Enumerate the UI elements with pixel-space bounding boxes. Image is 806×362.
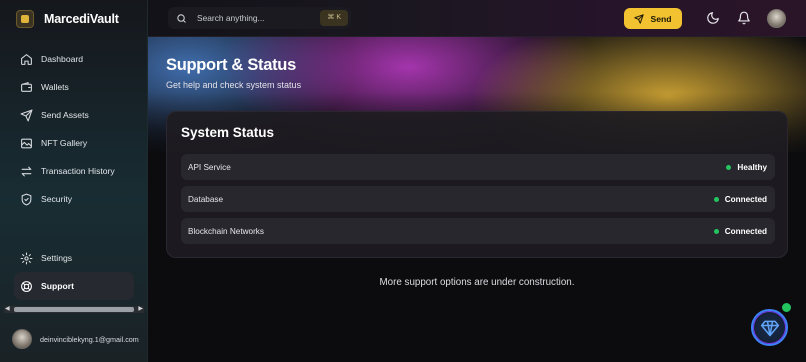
status-name: API Service [188,162,231,172]
system-status-card: System Status API Service Healthy Databa… [166,111,788,258]
lifebuoy-icon [21,280,32,292]
sidebar-item-label: Support [41,281,74,291]
status-name: Blockchain Networks [188,226,264,236]
status-badge: Connected [713,226,767,236]
online-badge [780,301,793,314]
wallet-icon [21,81,32,92]
sidebar-item-support[interactable]: Support [14,272,134,300]
page-title: Support & Status [166,56,296,74]
scrollbar-thumb[interactable] [14,307,134,312]
topbar: Search anything... ⌘ K Send [148,0,806,37]
status-text: Connected [724,226,767,236]
search-placeholder: Search anything... [197,13,265,23]
send-icon [634,13,645,24]
diamond-icon [760,320,779,336]
page-subtitle: Get help and check system status [166,80,302,90]
search-icon [177,13,186,23]
assistant-fab-button[interactable] [751,309,788,346]
app-name: MarcediVault [44,12,119,26]
send-button[interactable]: Send [624,8,682,29]
sidebar-item-label: NFT Gallery [41,138,88,148]
gear-icon [20,252,33,264]
status-dot-icon [726,164,732,170]
send-icon [20,109,33,121]
sidebar-item-nft-gallery[interactable]: NFT Gallery [14,129,134,157]
sidebar-item-settings[interactable]: Settings [14,244,134,272]
sidebar-item-label: Transaction History [41,166,115,176]
status-text: Healthy [737,162,767,172]
home-icon [21,53,32,65]
sidebar-item-label: Wallets [41,82,69,92]
status-row-database: Database Connected [181,186,775,212]
user-email: deinvinciblekyng.1@gmail.com [40,334,139,344]
status-row-api-service: API Service Healthy [181,154,775,180]
gallery-icon [21,138,32,148]
send-button-label: Send [650,13,672,24]
status-dot-icon [713,228,719,234]
status-badge: Connected [713,194,767,204]
sidebar-item-label: Settings [41,253,73,263]
sidebar-item-send-assets[interactable]: Send Assets [14,101,134,129]
status-text: Connected [724,194,767,204]
transfer-icon [21,166,32,176]
status-badge: Healthy [726,163,767,172]
shield-icon [21,193,32,205]
bell-icon[interactable] [737,11,751,25]
search-input[interactable]: Search anything... ⌘ K [168,7,351,29]
search-shortcut-badge: ⌘ K [320,10,348,26]
scroll-left-arrow-icon[interactable]: ◀ [5,306,10,313]
sidebar-item-label: Send Assets [41,110,89,120]
sidebar-item-label: Security [41,194,73,204]
sidebar-item-label: Dashboard [41,54,84,64]
sidebar-item-transaction-history[interactable]: Transaction History [14,157,134,185]
status-row-blockchain-networks: Blockchain Networks Connected [181,218,775,244]
vault-logo-icon [16,10,34,28]
sidebar-horizontal-scrollbar[interactable]: ◀ ▶ [4,306,144,313]
main-content: Support & Status Get help and check syst… [148,37,806,362]
status-name: Database [188,194,224,204]
sidebar-item-wallets[interactable]: Wallets [14,73,134,101]
system-status-title: System Status [181,125,275,140]
moon-icon[interactable] [706,11,720,25]
construction-note: More support options are under construct… [379,277,575,288]
avatar [12,329,32,349]
sidebar-item-dashboard[interactable]: Dashboard [14,45,134,73]
sidebar: MarcediVault Dashboard Wallets Send Asse… [0,0,148,362]
avatar[interactable] [767,9,786,28]
scroll-right-arrow-icon[interactable]: ▶ [138,306,143,313]
user-profile[interactable]: deinvinciblekyng.1@gmail.com [12,329,139,349]
sidebar-item-security[interactable]: Security [14,185,134,213]
brand[interactable]: MarcediVault [16,9,119,29]
sidebar-nav: Dashboard Wallets Send Assets NFT Galler… [14,45,134,213]
status-dot-icon [713,196,719,202]
sidebar-bottom-nav: Settings Support [14,244,134,300]
